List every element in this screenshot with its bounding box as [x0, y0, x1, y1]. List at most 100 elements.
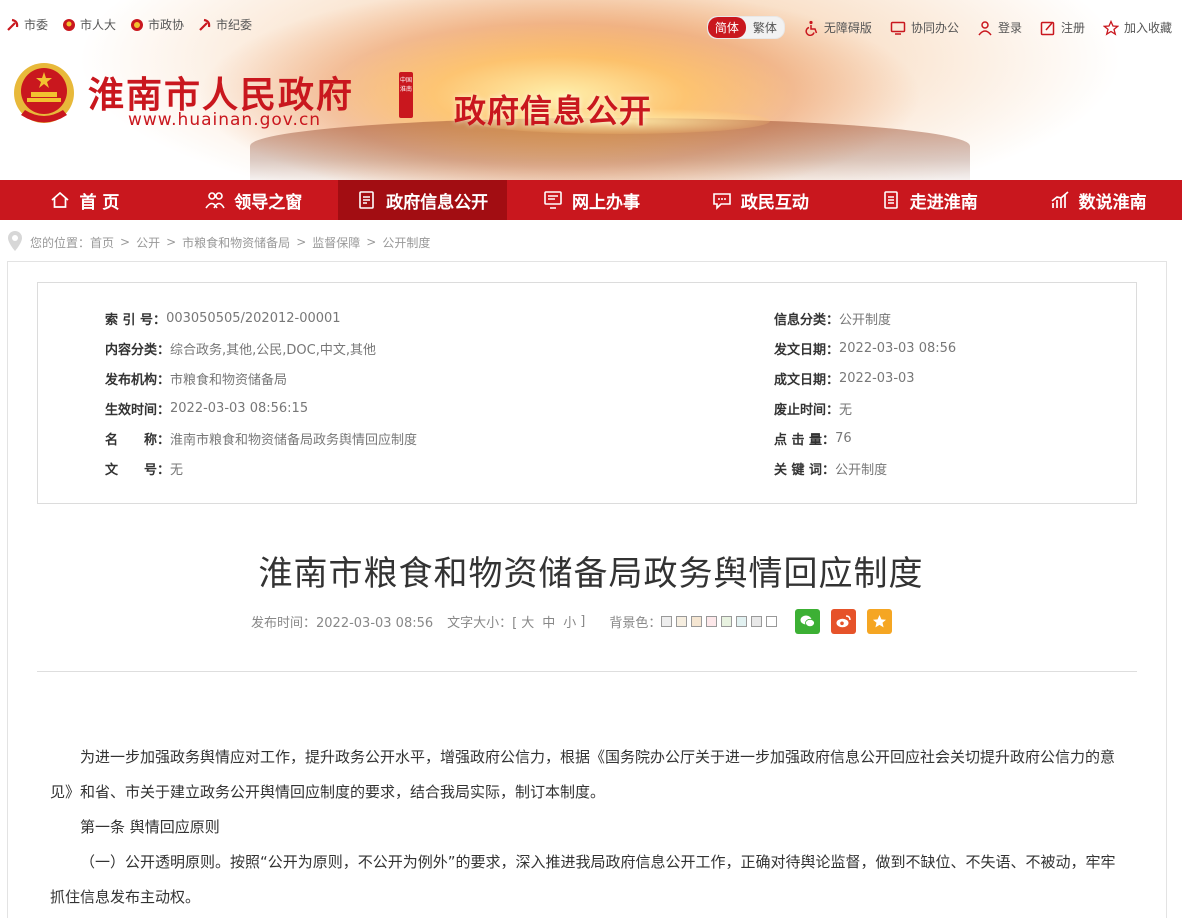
register-link[interactable]: 注册 — [1040, 19, 1085, 36]
nav-interaction[interactable]: 政民互动 — [675, 180, 844, 220]
font-size-large[interactable]: 大 — [521, 612, 534, 631]
share-weibo-button[interactable] — [831, 608, 857, 634]
bg-color-swatch[interactable] — [706, 615, 718, 627]
breadcrumb-item[interactable]: 监督保障 — [312, 234, 360, 251]
breadcrumb-sep: > — [166, 235, 177, 249]
breadcrumb-item[interactable]: 市粮食和物资储备局 — [182, 234, 290, 251]
article-paragraph: 第一条 舆情回应原则 — [80, 818, 220, 836]
breadcrumb-item[interactable]: 公开 — [136, 234, 160, 251]
nav-online-service[interactable]: 网上办事 — [507, 180, 676, 220]
home-icon — [51, 191, 70, 208]
nav-about-city[interactable]: 走进淮南 — [844, 180, 1013, 220]
publish-time: 发布时间：2022-03-03 08:56 — [251, 615, 434, 631]
article-title: 淮南市粮食和物资储备局政务舆情回应制度 — [258, 554, 924, 594]
star-icon — [873, 614, 887, 627]
document-icon — [359, 191, 374, 209]
weibo-icon — [836, 614, 852, 627]
nav-gov-info[interactable]: 政府信息公开 — [337, 180, 507, 220]
lang-simplified[interactable]: 简体 — [707, 17, 746, 38]
article-body: 为进一步加强政务舆情应对工作，提升政务公开水平，增强政府公信力，根据《国务院办公… — [50, 740, 1130, 915]
top-link-cppcc[interactable]: 市政协 — [130, 16, 184, 33]
breadcrumb-item[interactable]: 首页 — [90, 234, 114, 251]
breadcrumb-item[interactable]: 公开制度 — [382, 234, 430, 251]
people-icon — [205, 192, 225, 209]
user-icon — [978, 20, 992, 35]
meta-value: 2022-03-03 — [839, 370, 915, 386]
top-links: 市委 市人大 市政协 市纪委 — [6, 16, 252, 33]
chart-icon — [1051, 191, 1069, 208]
top-link-npc[interactable]: 市人大 — [62, 16, 116, 33]
font-size-end: ] — [580, 613, 586, 629]
nav-label: 领导之窗 — [234, 192, 303, 213]
top-right-bar: 简体 繁体 无障碍版 协同办公 登录 注册 加入收藏 — [706, 16, 1172, 39]
meta-index: 索 引 号： 003050505/202012-00001 — [105, 308, 341, 328]
nav-label: 走进淮南 — [909, 192, 978, 213]
content-divider — [37, 671, 1137, 672]
main-nav: 首 页 领导之窗 政府信息公开 网上办事 政民互动 走进淮南 数说淮南 — [0, 180, 1182, 220]
favorite-button[interactable] — [867, 608, 893, 634]
monitor-icon — [890, 21, 906, 35]
font-size-small[interactable]: 小 — [563, 612, 576, 631]
register-label: 注册 — [1060, 21, 1085, 35]
bg-color-swatch[interactable] — [691, 615, 703, 627]
article-info-bar: 发布时间：2022-03-03 08:56 文字大小：[ 大 中 小 ] 背景色… — [251, 608, 893, 634]
meta-key: 文 号： — [105, 462, 171, 478]
nav-home[interactable]: 首 页 — [0, 180, 169, 220]
nav-label: 政民互动 — [740, 192, 809, 213]
font-size-medium[interactable]: 中 — [542, 612, 555, 631]
bg-color-swatch[interactable] — [751, 615, 763, 627]
bg-color-swatch[interactable] — [676, 615, 688, 627]
meta-value: 综合政务,其他,公民,DOC,中文,其他 — [170, 342, 376, 358]
meta-doc-number: 文 号：无 — [105, 458, 183, 478]
bg-color-swatch[interactable] — [661, 615, 673, 627]
share-wechat-button[interactable] — [795, 608, 821, 634]
meta-effective: 生效时间： 2022-03-03 08:56:15 — [105, 398, 308, 418]
breadcrumb-sep: > — [366, 235, 377, 249]
wheelchair-icon — [805, 20, 818, 36]
nav-label: 政府信息公开 — [386, 192, 489, 213]
lang-traditional[interactable]: 繁体 — [746, 17, 784, 38]
bg-color-label: 背景色： — [609, 615, 662, 631]
bg-color-swatch[interactable] — [736, 615, 748, 627]
accessibility-link[interactable]: 无障碍版 — [803, 19, 872, 36]
meta-info-class: 信息分类： 公开制度 — [774, 308, 891, 328]
section-title: 政府信息公开 — [454, 92, 653, 130]
breadcrumb-sep: > — [120, 235, 131, 249]
meta-key: 废止时间： — [774, 402, 840, 418]
top-link-label: 市政协 — [148, 18, 185, 32]
meta-written-date: 成文日期： 2022-03-03 — [774, 368, 915, 388]
breadcrumb-prefix: 您的位置： — [30, 235, 91, 250]
site-url: www.huainan.gov.cn — [128, 110, 322, 130]
article-paragraph: 为进一步加强政务舆情应对工作，提升政务公开水平，增强政府公信力，根据《国务院办公… — [50, 748, 1116, 801]
bg-color-swatch[interactable] — [721, 615, 733, 627]
bg-color-swatches — [661, 614, 781, 629]
office-link[interactable]: 协同办公 — [890, 19, 959, 36]
top-link-discipline[interactable]: 市纪委 — [198, 16, 252, 33]
meta-repeal: 废止时间：无 — [774, 398, 852, 418]
nav-data[interactable]: 数说淮南 — [1013, 180, 1182, 220]
meta-keywords: 关 键 词： 公开制度 — [774, 458, 887, 478]
top-link-party[interactable]: 市委 — [6, 16, 48, 33]
meta-value: 无 — [839, 402, 853, 418]
meta-key: 信息分类： — [774, 312, 840, 328]
language-switch: 简体 繁体 — [706, 16, 785, 39]
chat-icon — [713, 193, 731, 210]
favorite-link[interactable]: 加入收藏 — [1102, 19, 1172, 36]
meta-value: 公开制度 — [835, 462, 888, 478]
login-label: 登录 — [997, 21, 1022, 35]
meta-key: 名 称： — [105, 432, 171, 448]
meta-key: 成文日期： — [774, 372, 840, 388]
top-link-label: 市纪委 — [216, 18, 253, 32]
meta-key: 生效时间： — [105, 402, 171, 418]
meta-name: 名 称： 淮南市粮食和物资储备局政务舆情回应制度 — [105, 428, 417, 448]
meta-key: 索 引 号： — [105, 312, 167, 328]
seal-text: 中国淮南 — [399, 77, 412, 93]
meta-key: 点 击 量： — [774, 432, 836, 448]
login-link[interactable]: 登录 — [977, 19, 1022, 36]
meta-views: 点 击 量： 76 — [774, 428, 852, 448]
location-pin-icon — [8, 231, 22, 251]
meta-key: 关 键 词： — [774, 462, 836, 478]
nav-leaders[interactable]: 领导之窗 — [169, 180, 338, 220]
national-emblem-icon[interactable] — [11, 60, 77, 130]
bg-color-swatch[interactable] — [766, 615, 778, 627]
